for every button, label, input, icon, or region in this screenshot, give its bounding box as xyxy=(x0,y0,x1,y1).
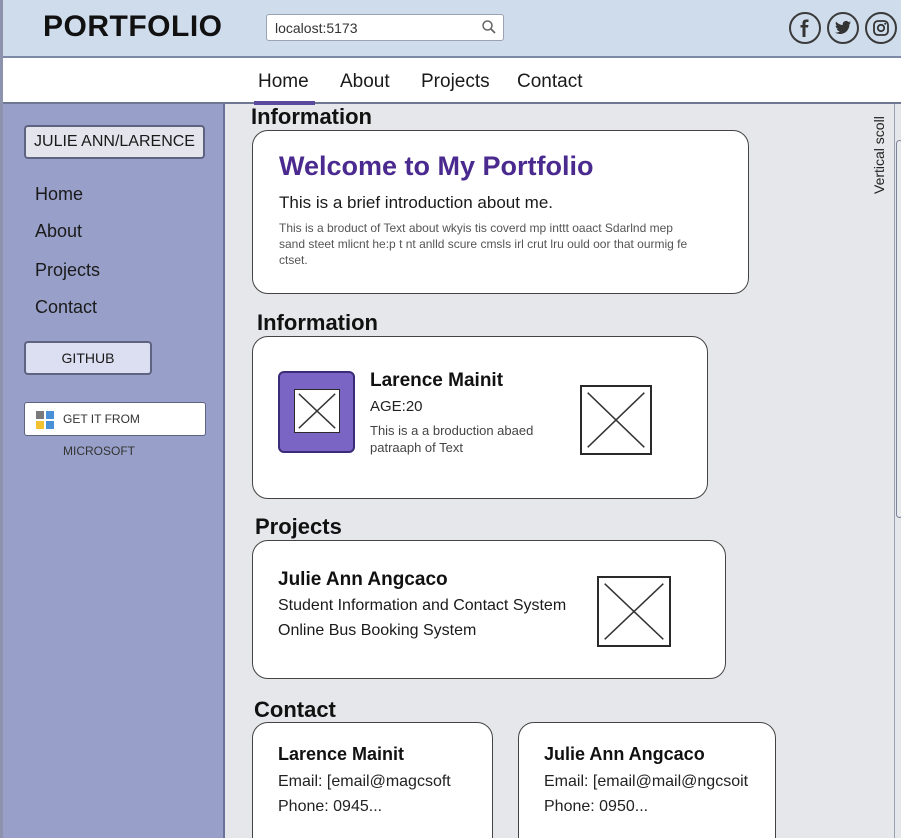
facebook-icon[interactable] xyxy=(789,12,821,44)
contact-card: Larence Mainit Email: [email@magcsoft Ph… xyxy=(252,722,493,838)
microsoft-store-label: GET IT FROM MICROSOFT xyxy=(63,412,140,458)
sidebar-item-home[interactable]: Home xyxy=(35,184,83,205)
welcome-body-text: This is a broduct of Text about wkyis ti… xyxy=(279,221,688,267)
tab-home[interactable]: Home xyxy=(254,71,315,105)
social-links xyxy=(789,12,897,44)
brand-title: PORTFOLIO xyxy=(43,10,223,43)
section-title-projects: Projects xyxy=(255,514,342,539)
project-owner-name: Julie Ann Angcaco xyxy=(278,569,448,590)
microsoft-store-button[interactable]: GET IT FROM MICROSOFT xyxy=(24,402,206,458)
app-window: PORTFOLIO localost:5173 Home About Proje… xyxy=(0,0,901,838)
profile-age: AGE:20 xyxy=(370,398,423,415)
address-bar[interactable]: localost:5173 xyxy=(266,14,504,41)
vertical-scroll-label: Vertical scoll xyxy=(871,116,887,194)
contact-email[interactable]: Email: [email@mail@ngcsoit xyxy=(544,773,748,791)
profile-photo-frame xyxy=(278,371,355,453)
top-nav: Home About Projects Contact xyxy=(3,58,901,105)
section-title-contact: Contact xyxy=(254,697,336,722)
projects-card: Julie Ann Angcaco Student Information an… xyxy=(252,540,726,679)
contact-phone: Phone: 0945... xyxy=(278,798,383,815)
image-placeholder xyxy=(580,385,652,455)
tab-contact[interactable]: Contact xyxy=(517,71,582,93)
instagram-icon[interactable] xyxy=(865,12,897,44)
vertical-scrollbar-thumb[interactable] xyxy=(896,140,901,518)
contact-email[interactable]: Email: [email@magcsoft xyxy=(278,773,451,791)
header-bar: PORTFOLIO localost:5173 xyxy=(3,0,901,58)
windows-logo-icon xyxy=(36,411,54,429)
welcome-card: Welcome to My Portfolio This is a brief … xyxy=(252,130,749,294)
address-text: localost:5173 xyxy=(275,20,358,36)
welcome-heading: Welcome to My Portfolio xyxy=(279,151,594,181)
sidebar-item-projects[interactable]: Projects xyxy=(35,260,100,281)
tab-about[interactable]: About xyxy=(340,71,390,93)
project-item[interactable]: Student Information and Contact System xyxy=(278,597,566,615)
welcome-subtitle: This is a brief introduction about me. xyxy=(279,193,554,212)
github-button[interactable]: GITHUB xyxy=(24,341,152,375)
tab-projects[interactable]: Projects xyxy=(421,71,490,93)
section-title-information: Information xyxy=(251,104,372,129)
profile-card: Larence Mainit AGE:20 This is a a broduc… xyxy=(252,336,708,499)
name-button[interactable]: JULIE ANN/LARENCE xyxy=(24,125,205,159)
profile-paragraph: This is a a broduction abaed patraaph of… xyxy=(370,423,534,455)
profile-image-placeholder xyxy=(294,389,340,433)
section-title-information-2: Information xyxy=(257,310,378,335)
project-image-placeholder xyxy=(597,576,671,647)
twitter-icon[interactable] xyxy=(827,12,859,44)
contact-name: Larence Mainit xyxy=(278,744,405,764)
contact-name: Julie Ann Angcaco xyxy=(544,744,705,764)
contact-phone: Phone: 0950... xyxy=(544,798,649,815)
search-icon[interactable] xyxy=(481,19,497,35)
profile-name: Larence Mainit xyxy=(370,370,504,391)
project-item[interactable]: Online Bus Booking System xyxy=(278,622,476,640)
sidebar-item-about[interactable]: About xyxy=(35,221,82,242)
contact-card: Julie Ann Angcaco Email: [email@mail@ngc… xyxy=(518,722,776,838)
sidebar-item-contact[interactable]: Contact xyxy=(35,297,97,318)
sidebar: JULIE ANN/LARENCE Home About Projects Co… xyxy=(3,104,225,838)
